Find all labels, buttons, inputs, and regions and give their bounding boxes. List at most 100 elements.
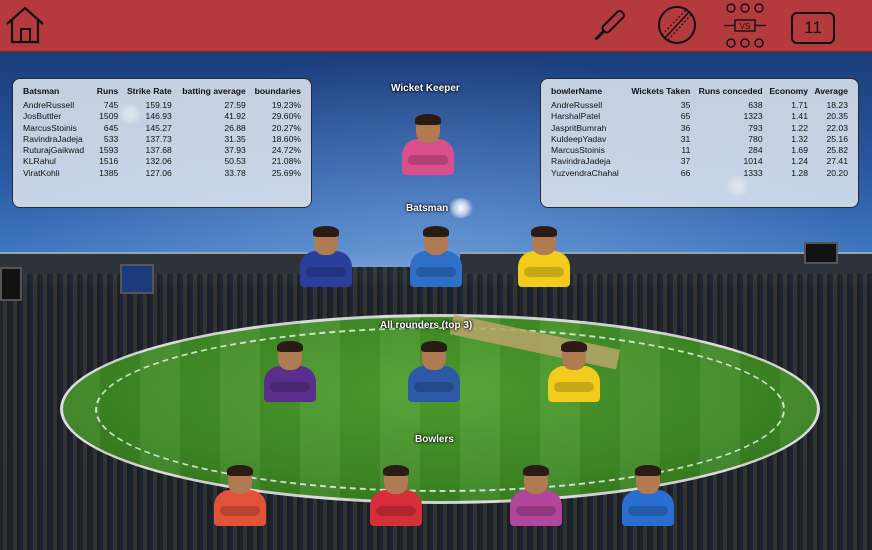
player-hair [423, 226, 449, 237]
home-icon[interactable] [4, 4, 46, 46]
player-avatar-keeper[interactable] [400, 114, 456, 175]
player-hair [415, 114, 441, 125]
column-header[interactable]: Wickets Taken [625, 85, 692, 100]
cell: 780 [748, 133, 763, 144]
table-row[interactable]: AndreRussell 35 638 1.71 18.23 [549, 100, 850, 111]
table-row[interactable]: RavindraJadeja 533 137.73 31.35 18.60% [21, 134, 303, 145]
player-avatar-all-rounders[interactable] [406, 341, 462, 402]
table-header-row: bowlerName Wickets Taken Runs conceded E… [549, 85, 850, 100]
column-header[interactable]: batting average [174, 85, 248, 100]
cell: 1.28 [791, 167, 808, 178]
stand-roof-left [0, 252, 330, 274]
all-rounders-title: All rounders (top 3) [380, 320, 473, 331]
cell: 1593 [99, 145, 119, 156]
column-header[interactable]: Strike Rate [120, 85, 174, 100]
table-header-row: Batsman Runs Strike Rate batting average… [21, 85, 303, 100]
playing-eleven-button[interactable]: 11 [791, 12, 835, 44]
cell: 645 [103, 122, 119, 133]
table-row[interactable]: AndreRussell 745 159.19 27.59 19.23% [21, 100, 303, 111]
versus-lineup-icon[interactable]: VS [722, 2, 768, 50]
player-avatar-bowlers[interactable] [508, 465, 564, 526]
cell: 66 [680, 167, 691, 178]
player-hair [421, 341, 447, 352]
cell: 65 [680, 111, 691, 122]
cell: YuzvendraChahal [551, 167, 619, 178]
bowling-stats-table: bowlerName Wickets Taken Runs conceded E… [549, 85, 850, 179]
player-arms [270, 382, 310, 392]
cell: 19.23% [271, 100, 301, 110]
cell: 533 [103, 133, 119, 144]
playing-eleven-label: 11 [804, 18, 822, 37]
cell: RavindraJadeja [23, 133, 83, 144]
table-row[interactable]: RavindraJadeja 37 1014 1.24 27.41 [549, 156, 850, 167]
table-row[interactable]: HarshalPatel 65 1323 1.41 20.35 [549, 111, 850, 122]
player-avatar-bowlers[interactable] [368, 465, 424, 526]
cell: 1.24 [791, 156, 808, 167]
scoreboard-screen [120, 264, 154, 294]
cell: 638 [748, 100, 763, 110]
cell: 41.92 [224, 111, 246, 122]
cell: 127.06 [145, 167, 172, 178]
cell: 1323 [743, 111, 763, 122]
cell: 20.20 [826, 167, 848, 178]
cell: 146.93 [145, 111, 172, 122]
table-row[interactable]: MarcusStoinis 11 284 1.69 25.82 [549, 145, 850, 156]
cricket-bat-icon[interactable] [588, 5, 630, 47]
table-row[interactable]: YuzvendraChahal 66 1333 1.28 20.20 [549, 168, 850, 179]
column-header[interactable]: Runs [92, 85, 120, 100]
player-hair [383, 465, 409, 476]
cell: 31 [680, 133, 691, 144]
column-header[interactable]: boundaries [248, 85, 303, 100]
player-arms [416, 267, 456, 277]
cell: KLRahul [23, 156, 56, 167]
cell: 18.60% [271, 133, 301, 144]
cell: 20.35 [826, 111, 848, 122]
player-avatar-batsmen[interactable] [298, 226, 354, 287]
table-row[interactable]: KuldeepYadav 31 780 1.32 25.16 [549, 134, 850, 145]
column-header[interactable]: Batsman [21, 85, 92, 100]
player-avatar-all-rounders[interactable] [262, 341, 318, 402]
cell: ViratKohli [23, 167, 60, 178]
player-arms [516, 506, 556, 516]
cell: RuturajGaikwad [23, 145, 85, 156]
player-avatar-bowlers[interactable] [620, 465, 676, 526]
player-hair [523, 465, 549, 476]
table-row[interactable]: JaspritBumrah 36 793 1.22 22.03 [549, 123, 850, 134]
table-row[interactable]: KLRahul 1516 132.06 50.53 21.08% [21, 156, 303, 167]
player-avatar-bowlers[interactable] [212, 465, 268, 526]
cell: 29.60% [271, 111, 301, 122]
table-row[interactable]: JosButtler 1509 146.93 41.92 29.60% [21, 111, 303, 122]
column-header[interactable]: bowlerName [549, 85, 625, 100]
bowlers-title: Bowlers [415, 434, 454, 445]
cell: 137.73 [145, 133, 172, 144]
cell: 24.72% [271, 145, 301, 156]
player-arms [306, 267, 346, 277]
table-row[interactable]: ViratKohli 1385 127.06 33.78 25.69% [21, 168, 303, 179]
table-row[interactable]: RuturajGaikwad 1593 137.68 37.93 24.72% [21, 145, 303, 156]
column-header[interactable]: Runs conceded [692, 85, 764, 100]
player-avatar-all-rounders[interactable] [546, 341, 602, 402]
column-header[interactable]: Average [810, 85, 850, 100]
cell: 1385 [99, 167, 119, 178]
cricket-ball-icon[interactable] [656, 4, 698, 46]
player-hair [277, 341, 303, 352]
batting-stats-panel: Batsman Runs Strike Rate batting average… [12, 78, 312, 208]
batsman-title: Batsman [406, 203, 449, 214]
player-arms [376, 506, 416, 516]
player-hair [531, 226, 557, 237]
cell: 1.71 [791, 100, 808, 110]
cell: 25.69% [271, 167, 301, 178]
cell: 1.69 [791, 145, 808, 156]
column-header[interactable]: Economy [765, 85, 810, 100]
player-avatar-batsmen[interactable] [516, 226, 572, 287]
player-avatar-batsmen[interactable] [408, 226, 464, 287]
bowling-stats-panel: bowlerName Wickets Taken Runs conceded E… [540, 78, 859, 208]
cell: 132.06 [145, 156, 172, 167]
cell: MarcusStoinis [23, 122, 77, 133]
table-row[interactable]: MarcusStoinis 645 145.27 26.88 20.27% [21, 123, 303, 134]
cell: JosButtler [23, 111, 62, 122]
scoreboard-right [804, 242, 838, 264]
cell: 137.68 [145, 145, 172, 156]
cell: 27.59 [224, 100, 246, 110]
player-hair [635, 465, 661, 476]
